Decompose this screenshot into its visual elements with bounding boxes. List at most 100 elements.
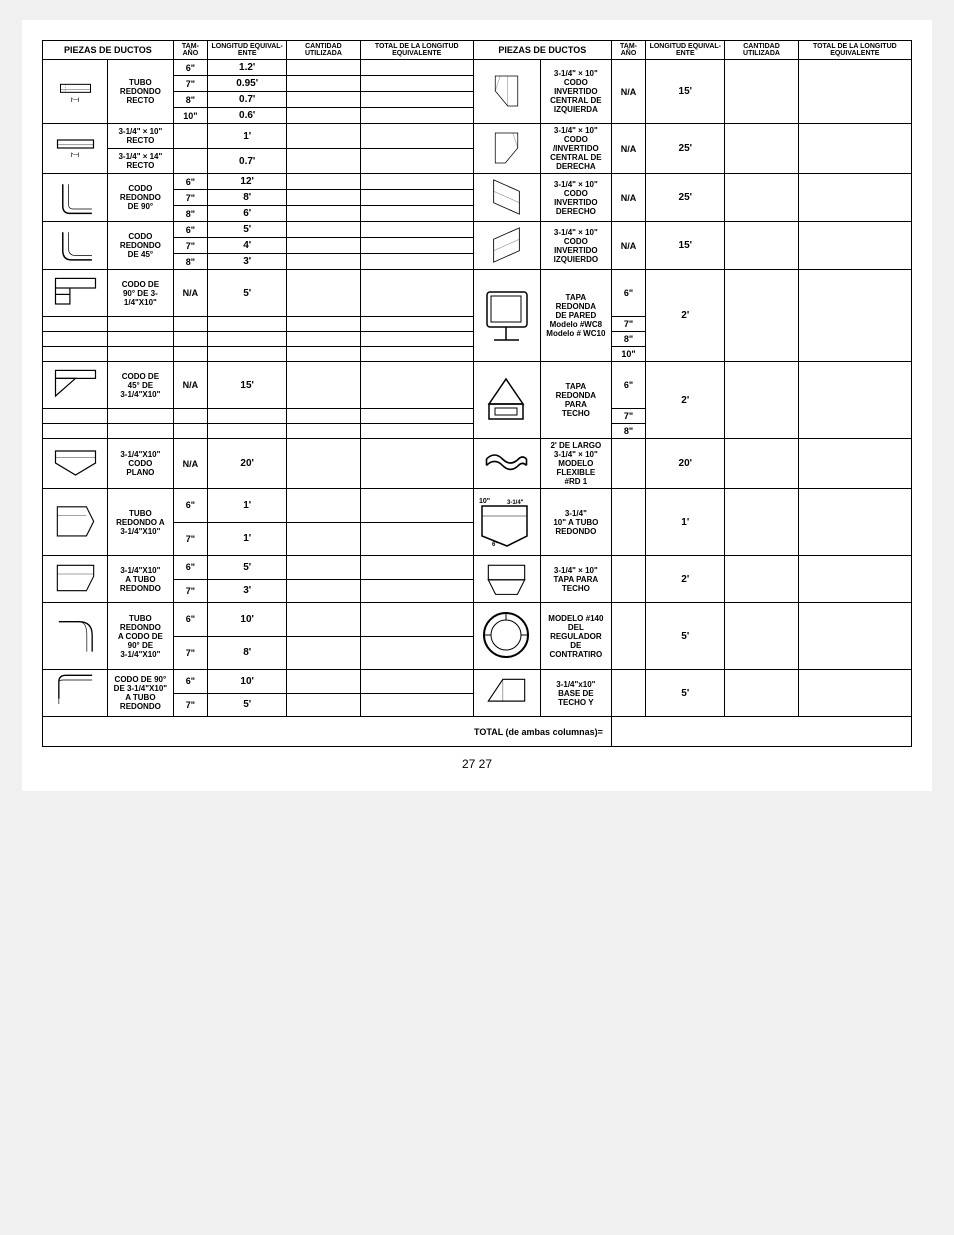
size-6in-tapa: 6" — [611, 270, 645, 317]
table-row: CODOREDONDODE 90° 6" 12' 3-1/4" × 10"COD… — [43, 174, 912, 190]
tam-a-tubo-redondo — [611, 489, 645, 556]
val-10-cat: 10' — [208, 670, 287, 694]
table-row: TUBOREDONDOA CODO DE90° DE3-1/4"X10" 6" … — [43, 603, 912, 637]
size-6in-tra: 6" — [173, 489, 207, 523]
qty-cell — [287, 636, 360, 670]
size-6in-c90: 6" — [173, 174, 207, 190]
val-spacer3 — [208, 347, 287, 362]
desc-codo-inv-derecho: 3-1/4" × 10"CODOINVERTIDODERECHO — [540, 174, 611, 222]
qty-tapa-pared — [725, 270, 798, 362]
recto-flat-icon: |'—| — [48, 128, 103, 168]
val-8-tac: 8' — [208, 636, 287, 670]
val-3: 3' — [208, 254, 287, 270]
val-5-fat: 5' — [208, 556, 287, 580]
total-tapa-pared — [798, 270, 911, 362]
val-1-tra-7: 1' — [208, 522, 287, 556]
val-5-cat: 5' — [208, 693, 287, 717]
desc-codo-90-flat: CODO DE90° DE 3-1/4"X10" — [108, 270, 174, 317]
tapa-techo-icon — [479, 369, 534, 429]
desc-tubo-a-codo90: TUBOREDONDOA CODO DE90° DE3-1/4"X10" — [108, 603, 174, 670]
tapa-redonda-pared-icon — [479, 282, 534, 347]
desc-spacer4 — [108, 409, 174, 424]
main-table: PIEZAS DE DUCTOS TAM-AÑO LONGITUD EQUIVA… — [42, 40, 912, 747]
val-20-codo-plano: 20' — [208, 439, 287, 489]
total-cell — [360, 409, 473, 424]
codo-90-flat-icon — [48, 272, 103, 312]
desc-codo-redondo-90: CODOREDONDODE 90° — [108, 174, 174, 222]
qty-codo-inv-izq — [725, 60, 798, 124]
regulador-icon — [479, 605, 534, 665]
header-piezas-right: PIEZAS DE DUCTOS — [473, 41, 611, 60]
a-tubo-redondo-icon: 10" 6" 3-1/4" — [477, 491, 537, 551]
svg-text:|'—|: |'—| — [70, 152, 79, 158]
desc-codo-plano: 3-1/4"X10"CODOPLANO — [108, 439, 174, 489]
total-codo-inv-izquierdo — [798, 222, 911, 270]
total-cell — [360, 76, 473, 92]
img-codo-45 — [43, 222, 108, 270]
header-total-left: TOTAL DE LA LONGITUD EQUIVALENTE — [360, 41, 473, 60]
header-longitud-right: LONGITUD EQUIVAL-ENTE — [646, 41, 725, 60]
val-20-flexible: 20' — [646, 439, 725, 489]
tubo-a-codo90-icon — [48, 615, 103, 655]
img-codo-inv-izquierdo — [473, 222, 540, 270]
size-10in-tubo: 10" — [173, 108, 207, 124]
svg-text:6": 6" — [492, 542, 498, 548]
tam-tapa-techo-flat — [611, 556, 645, 603]
svg-text:10": 10" — [479, 498, 490, 505]
img-spacer2 — [43, 332, 108, 347]
val-5: 5' — [208, 222, 287, 238]
svg-text:|'—|: |'—| — [70, 97, 78, 102]
total-cell — [360, 522, 473, 556]
desc-tapa-techo-flat: 3-1/4" × 10"TAPA PARATECHO — [540, 556, 611, 603]
total-cell — [360, 579, 473, 603]
qty-cell — [287, 270, 360, 317]
desc-codo-45-flat: CODO DE45° DE3-1/4"X10" — [108, 362, 174, 409]
qty-cell — [287, 693, 360, 717]
img-tubo-a-codo90 — [43, 603, 108, 670]
size-6in-tapa-techo: 6" — [611, 362, 645, 409]
qty-flexible — [725, 439, 798, 489]
desc-3-14x14-recto: 3-1/4" × 14"RECTO — [108, 149, 174, 174]
desc-codo90-a-tubo: CODO DE 90°DE 3-1/4"X10"A TUBOREDONDO — [108, 670, 174, 717]
size-6in-tubo: 6" — [173, 60, 207, 76]
size-8in-tubo: 8" — [173, 92, 207, 108]
desc-a-tubo-redondo: 3-1/4"10" A TUBOREDONDO — [540, 489, 611, 556]
img-spacer4 — [43, 409, 108, 424]
tam-spacer3 — [173, 347, 207, 362]
header-tam-left: TAM-AÑO — [173, 41, 207, 60]
desc-flat-a-tubo: 3-1/4"X10"A TUBOREDONDO — [108, 556, 174, 603]
qty-cell — [287, 556, 360, 580]
qty-cell — [287, 206, 360, 222]
img-tubo-redondo: |'—| — [43, 60, 108, 124]
val-1ft-recto: 1' — [208, 124, 287, 149]
desc-codo-redondo-45: CODOREDONDODE 45° — [108, 222, 174, 270]
qty-cell — [287, 60, 360, 76]
tam-codo-plano: N/A — [173, 439, 207, 489]
total-cell — [360, 222, 473, 238]
val-1.2: 1.2' — [208, 60, 287, 76]
table-row: |'—| TUBOREDONDORECTO 6" 1.2' 3-1/4" × 1… — [43, 60, 912, 76]
size-7in-c45: 7" — [173, 238, 207, 254]
val-12: 12' — [208, 174, 287, 190]
size-6in-fat: 6" — [173, 556, 207, 580]
size-8in-c45: 8" — [173, 254, 207, 270]
qty-codo-inv-izquierdo — [725, 222, 798, 270]
img-codo-90-flat — [43, 270, 108, 317]
table-row: CODO DE 90°DE 3-1/4"X10"A TUBOREDONDO 6"… — [43, 670, 912, 694]
size-7in-tubo: 7" — [173, 76, 207, 92]
total-cell — [360, 636, 473, 670]
total-cell — [360, 332, 473, 347]
qty-cell — [287, 489, 360, 523]
val-spacer4 — [208, 409, 287, 424]
tubo-redondo-a-icon — [48, 501, 103, 541]
total-base-techo — [798, 670, 911, 717]
val-0.7: 0.7' — [208, 92, 287, 108]
total-label: TOTAL (de ambas columnas)= — [43, 717, 612, 747]
desc-tapa-techo: TAPAREDONDAPARATECHO — [540, 362, 611, 439]
flexible-icon — [479, 443, 534, 483]
tapa-techo-flat-icon — [479, 558, 534, 598]
total-cell — [360, 670, 473, 694]
size-recto1 — [173, 124, 207, 149]
desc-flexible: 2' DE LARGO3-1/4" × 10"MODELOFLEXIBLE#RD… — [540, 439, 611, 489]
val-3-fat: 3' — [208, 579, 287, 603]
